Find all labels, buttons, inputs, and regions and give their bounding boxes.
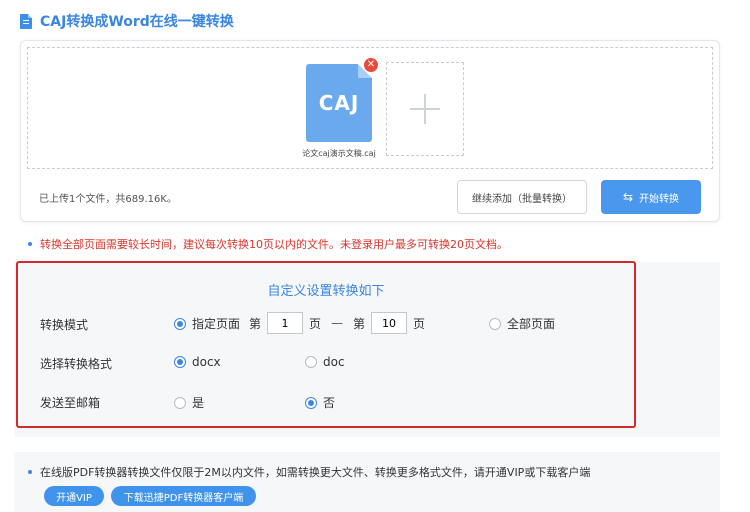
mode-specified-radio[interactable]: 指定页面 — [174, 315, 240, 332]
download-client-button[interactable]: 下载迅捷PDF转换器客户端 — [111, 486, 256, 506]
email-no-radio[interactable]: 否 — [305, 394, 335, 411]
to-prefix: 第 — [353, 316, 366, 331]
radio-checked-icon — [305, 396, 317, 409]
start-convert-label: 开始转换 — [639, 193, 680, 205]
start-convert-button[interactable]: ⇆ 开始转换 — [601, 180, 701, 214]
email-yes-label: 是 — [192, 396, 205, 410]
page-title: CAJ转换成Word在线一键转换 — [40, 14, 234, 30]
swap-icon: ⇆ — [622, 190, 634, 204]
upload-card: CAJ ✕ 论文caj演示文稿.caj 已上传1个文件，共689.16K。 继续… — [20, 40, 720, 222]
upload-status: 已上传1个文件，共689.16K。 — [39, 194, 177, 205]
radio-checked-icon — [174, 317, 186, 330]
radio-unchecked-icon — [305, 356, 317, 368]
promo-message: 在线版PDF转换器转换文件仅限于2M以内文件，如需转换更大文件、转换更多格式文件… — [28, 464, 590, 480]
bullet-icon — [28, 242, 32, 246]
file-name: 论文caj演示文稿.caj — [302, 149, 376, 158]
document-icon — [20, 13, 32, 29]
format-doc-label: doc — [323, 355, 345, 369]
range-dash: — — [331, 316, 344, 330]
page-header: CAJ转换成Word在线一键转换 — [20, 10, 234, 32]
page-range: 第 页 — 第 页 — [249, 312, 425, 334]
promo-text: 在线版PDF转换器转换文件仅限于2M以内文件，如需转换更大文件、转换更多格式文件… — [40, 466, 591, 479]
remove-file-icon[interactable]: ✕ — [364, 58, 378, 72]
email-yes-radio[interactable]: 是 — [174, 394, 204, 411]
mode-all-label: 全部页面 — [507, 317, 556, 331]
plus-icon — [410, 94, 440, 124]
from-page-input[interactable] — [267, 312, 304, 334]
email-no-label: 否 — [323, 396, 336, 410]
radio-unchecked-icon — [174, 396, 186, 409]
uploaded-file: CAJ ✕ 论文caj演示文稿.caj — [292, 58, 386, 159]
continue-add-button[interactable]: 继续添加（批量转换） — [457, 180, 587, 214]
caj-file-icon: CAJ — [306, 64, 372, 142]
mode-all-radio[interactable]: 全部页面 — [489, 315, 555, 332]
radio-unchecked-icon — [489, 317, 501, 330]
add-file-button[interactable] — [386, 62, 464, 156]
drop-zone[interactable]: CAJ ✕ 论文caj演示文稿.caj — [27, 47, 713, 169]
from-suffix: 页 — [309, 316, 322, 331]
settings-title: 自定义设置转换如下 — [267, 284, 385, 299]
format-docx-label: docx — [192, 355, 221, 369]
notice-text: 转换全部页面需要较长时间，建议每次转换10页以内的文件。未登录用户最多可转换20… — [40, 238, 508, 251]
to-suffix: 页 — [413, 316, 426, 331]
format-docx-radio[interactable]: docx — [174, 355, 221, 369]
file-ext-label: CAJ — [318, 91, 360, 115]
radio-checked-icon — [174, 356, 186, 368]
format-doc-radio[interactable]: doc — [305, 355, 345, 369]
email-label: 发送至邮箱 — [40, 396, 101, 410]
mode-specified-label: 指定页面 — [192, 317, 241, 331]
to-page-input[interactable] — [371, 312, 408, 334]
format-label: 选择转换格式 — [40, 357, 113, 371]
open-vip-button[interactable]: 开通VIP — [44, 486, 104, 506]
conversion-notice: 转换全部页面需要较长时间，建议每次转换10页以内的文件。未登录用户最多可转换20… — [28, 236, 508, 252]
from-prefix: 第 — [249, 316, 262, 331]
mode-label: 转换模式 — [40, 318, 89, 332]
bullet-icon — [28, 470, 32, 474]
